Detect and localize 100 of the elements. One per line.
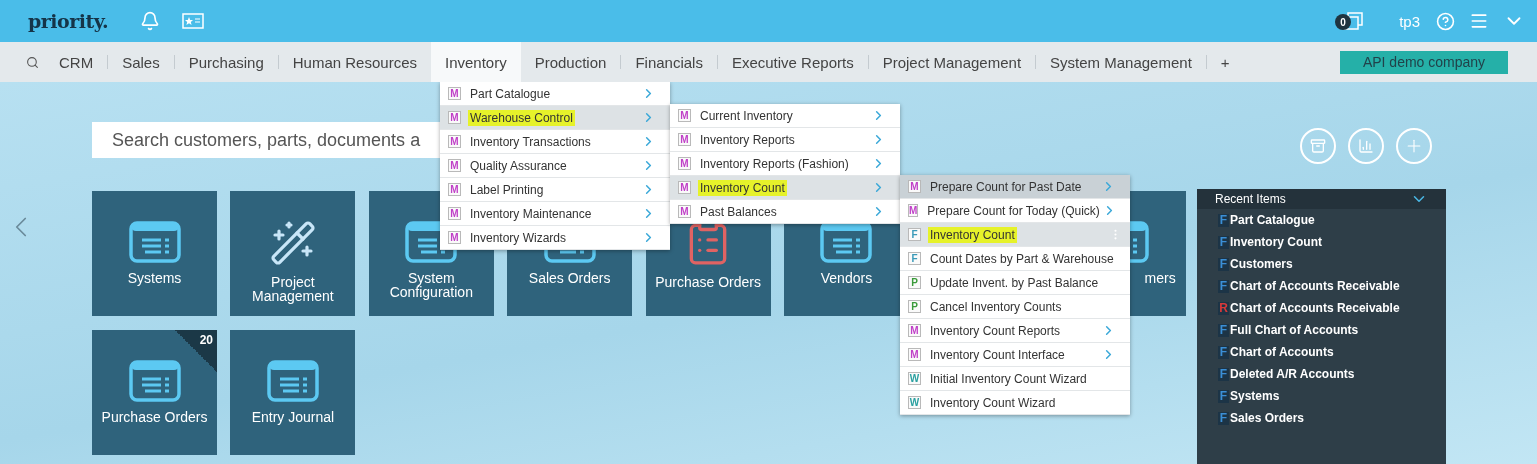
recent-item[interactable]: F Customers (1197, 253, 1446, 275)
menu-item[interactable]: M Inventory Reports (670, 128, 900, 152)
menu-label: Current Inventory (699, 108, 794, 123)
recent-item[interactable]: F Part Catalogue (1197, 209, 1446, 231)
type-tag: F (1218, 345, 1229, 359)
bell-icon[interactable] (140, 11, 161, 31)
recent-item[interactable]: F Full Chart of Accounts (1197, 319, 1446, 341)
menu-label: Inventory Count (698, 180, 788, 195)
menu-item[interactable]: M Inventory Wizards (440, 226, 670, 250)
window-list-icon (128, 360, 181, 402)
star-card-icon (182, 13, 205, 29)
menu-item[interactable]: W Inventory Count Wizard (900, 391, 1130, 415)
type-tag: F (1218, 213, 1229, 227)
nav-tab[interactable]: + (1206, 42, 1244, 82)
app-tile[interactable]: Project Management (230, 191, 356, 316)
type-tag: M (908, 204, 919, 217)
type-tag: W (908, 396, 921, 409)
type-tag: M (448, 135, 461, 148)
help-icon[interactable] (1436, 11, 1455, 31)
logo[interactable]: priority. (28, 10, 109, 32)
type-tag: M (448, 111, 461, 124)
type-tag: M (448, 159, 461, 172)
menu-item[interactable]: M Inventory Count (670, 176, 900, 200)
recent-item[interactable]: F Systems (1197, 385, 1446, 407)
app-tile[interactable]: Purchase Orders 20 (92, 330, 217, 455)
menu-item[interactable]: M Label Printing (440, 178, 670, 202)
menu-label: Prepare Count for Today (Quick) (926, 203, 1101, 218)
recent-item[interactable]: F Deleted A/R Accounts (1197, 363, 1446, 385)
type-tag: F (1218, 389, 1229, 403)
menu-item[interactable]: M Prepare Count for Today (Quick) (900, 199, 1130, 223)
recent-item[interactable]: F Chart of Accounts (1197, 341, 1446, 363)
menu-item[interactable]: M Quality Assurance (440, 154, 670, 178)
menu-label: Warehouse Control (468, 110, 576, 125)
menu-icon[interactable] (1469, 11, 1489, 31)
menu-item[interactable]: F Count Dates by Part & Warehouse (900, 247, 1130, 271)
recent-item[interactable]: F Sales Orders (1197, 407, 1446, 429)
menu-label: Part Catalogue (469, 86, 552, 101)
nav-tab[interactable]: Inventory (430, 42, 521, 82)
type-tag: M (678, 205, 691, 218)
company-button[interactable]: API demo company (1340, 50, 1508, 74)
menu-label: Inventory Reports (Fashion) (699, 156, 850, 171)
type-tag: M (678, 181, 691, 194)
menu-item[interactable]: M Past Balances (670, 200, 900, 224)
type-tag: F (908, 252, 921, 265)
menu-label: Inventory Transactions (469, 134, 592, 149)
menu-label: Update Invent. by Past Balance (929, 275, 1100, 290)
tile-label: Project Management (251, 275, 335, 303)
nav-tab[interactable]: Human Resources (278, 42, 431, 82)
menu-item[interactable]: M Inventory Maintenance (440, 202, 670, 226)
bar-chart-icon[interactable] (1348, 128, 1384, 164)
nav-tab[interactable]: Purchasing (174, 42, 278, 82)
nav-tab[interactable]: Financials (621, 42, 717, 82)
menu-item[interactable]: P Cancel Inventory Counts (900, 295, 1130, 319)
menu-item[interactable]: M Warehouse Control (440, 106, 670, 130)
menu-item[interactable]: M Inventory Reports (Fashion) (670, 152, 900, 176)
nav-tab[interactable]: CRM (45, 42, 108, 82)
item-label: Inventory Count (1230, 235, 1322, 249)
item-label: Part Catalogue (1230, 213, 1315, 227)
item-label: Sales Orders (1230, 411, 1305, 425)
nav-tab[interactable]: Executive Reports (717, 42, 868, 82)
type-tag: M (678, 109, 691, 122)
panel-title: Recent Items (1215, 192, 1286, 206)
type-tag: M (448, 207, 461, 220)
menu-item[interactable]: F Inventory Count (900, 223, 1130, 247)
nav-tab[interactable]: Sales (108, 42, 174, 82)
type-tag: M (448, 87, 461, 100)
menu-item[interactable]: M Inventory Transactions (440, 130, 670, 154)
type-tag: P (908, 300, 921, 313)
item-label: Systems (1230, 389, 1280, 403)
app-tile[interactable]: Entry Journal (230, 330, 356, 455)
menu-item[interactable]: P Update Invent. by Past Balance (900, 271, 1130, 295)
menu-item[interactable]: M Prepare Count for Past Date (900, 175, 1130, 199)
recent-item[interactable]: R Chart of Accounts Receivable (1197, 297, 1446, 319)
type-tag: M (448, 183, 461, 196)
recent-item[interactable]: F Chart of Accounts Receivable (1197, 275, 1446, 297)
nav-tab[interactable]: Production (520, 42, 621, 82)
recent-item[interactable]: F Inventory Count (1197, 231, 1446, 253)
menu-item[interactable]: M Inventory Count Reports (900, 319, 1130, 343)
notification-count: 0 (1335, 14, 1352, 30)
nav-tab[interactable]: Project Management (868, 42, 1036, 82)
menu-label: Inventory Count (928, 227, 1018, 242)
item-label: Chart of Accounts Receivable (1230, 301, 1400, 315)
plus-icon[interactable] (1396, 128, 1432, 164)
search-icon[interactable] (26, 55, 39, 69)
type-tag: F (1218, 367, 1229, 381)
menu-label: Inventory Count Wizard (929, 395, 1057, 410)
type-tag: F (1218, 279, 1229, 293)
menu-label: Count Dates by Part & Warehouse (929, 251, 1115, 266)
app-tile[interactable]: Systems (92, 191, 217, 316)
menu-item[interactable]: W Initial Inventory Count Wizard (900, 367, 1130, 391)
type-tag: F (1218, 323, 1229, 337)
type-tag: P (908, 276, 921, 289)
menu-item[interactable]: M Part Catalogue (440, 82, 670, 106)
tile-label: mers (1144, 271, 1176, 285)
menu-item[interactable]: M Inventory Count Interface (900, 343, 1130, 367)
archive-icon[interactable] (1300, 128, 1336, 164)
type-tag: W (908, 372, 921, 385)
type-tag: M (678, 157, 691, 170)
nav-tab[interactable]: System Management (1036, 42, 1206, 82)
menu-item[interactable]: M Current Inventory (670, 104, 900, 128)
